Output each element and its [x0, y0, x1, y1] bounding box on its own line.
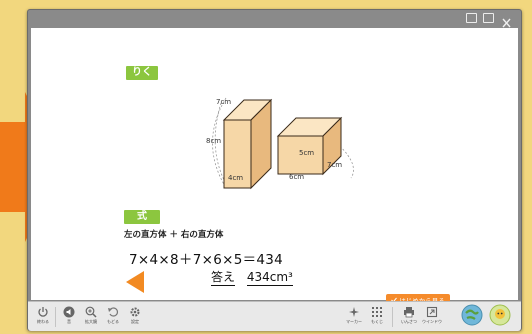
- speaker-icon: [63, 306, 75, 318]
- answer-line: 答え 434cm³: [211, 268, 293, 286]
- marker-icon: [349, 307, 359, 317]
- zoom-button[interactable]: 拡大鏡: [80, 306, 102, 325]
- settings-label: 設定: [131, 319, 139, 324]
- grid-icon: [372, 307, 382, 317]
- character-button[interactable]: [488, 304, 512, 326]
- marker-button[interactable]: マーカー: [343, 306, 365, 325]
- print-label: いんさつ: [401, 319, 417, 324]
- window-button[interactable]: ウインドウ: [421, 306, 443, 325]
- right-depth-label: 7cm: [327, 161, 343, 169]
- zoom-in-icon: [85, 306, 97, 318]
- sound-button[interactable]: 音: [58, 306, 80, 325]
- power-icon: [38, 307, 48, 317]
- back-arrow-icon[interactable]: [126, 271, 144, 293]
- power-button[interactable]: 終わる: [32, 306, 54, 325]
- formula-tag: 式: [124, 210, 160, 224]
- undo-icon: [108, 307, 118, 317]
- window-label: ウインドウ: [422, 319, 442, 324]
- bottom-toolbar: 終わる 音 拡大鏡 もどる 設定 マーカー もくじ いんさつ ウインドウ: [28, 301, 521, 331]
- close-icon[interactable]: [501, 13, 512, 28]
- print-button[interactable]: いんさつ: [398, 306, 420, 325]
- fullscreen-icon[interactable]: [466, 13, 477, 23]
- settings-icon: [130, 307, 140, 317]
- formula-description: 左の直方体 ＋ 右の直方体: [124, 230, 224, 240]
- title-bar: [28, 10, 521, 28]
- answer-label: 答え: [211, 270, 236, 286]
- marker-label: マーカー: [346, 319, 362, 324]
- print-icon: [404, 307, 414, 318]
- power-label: 終わる: [37, 319, 49, 324]
- character-icon: [489, 304, 511, 326]
- answer-value: 434cm³: [246, 270, 293, 286]
- lesson-page: りく 7cm 8cm 4cm 5cm 6cm 7cm 式 左の直方体 ＋ 右の直…: [31, 28, 518, 306]
- formula-expression: 7×4×8＋7×6×5＝434: [129, 252, 284, 268]
- left-height-label: 8cm: [206, 137, 222, 145]
- right-width-label: 6cm: [289, 173, 305, 181]
- globe-button[interactable]: [460, 304, 484, 326]
- left-depth-label: 7cm: [216, 98, 232, 106]
- settings-button[interactable]: 設定: [124, 306, 146, 325]
- right-height-label: 5cm: [299, 149, 315, 157]
- window-icon: [426, 306, 438, 318]
- undo-button[interactable]: もどる: [102, 306, 124, 325]
- globe-icon: [461, 304, 483, 326]
- undo-label: もどる: [107, 319, 119, 324]
- left-width-label: 4cm: [228, 174, 244, 182]
- app-window: りく 7cm 8cm 4cm 5cm 6cm 7cm 式 左の直方体 ＋ 右の直…: [27, 9, 522, 331]
- sound-label: 音: [67, 319, 71, 324]
- zoom-label: 拡大鏡: [85, 319, 97, 324]
- contents-label: もくじ: [371, 319, 383, 324]
- contents-button[interactable]: もくじ: [366, 306, 388, 325]
- restore-icon[interactable]: [483, 13, 494, 23]
